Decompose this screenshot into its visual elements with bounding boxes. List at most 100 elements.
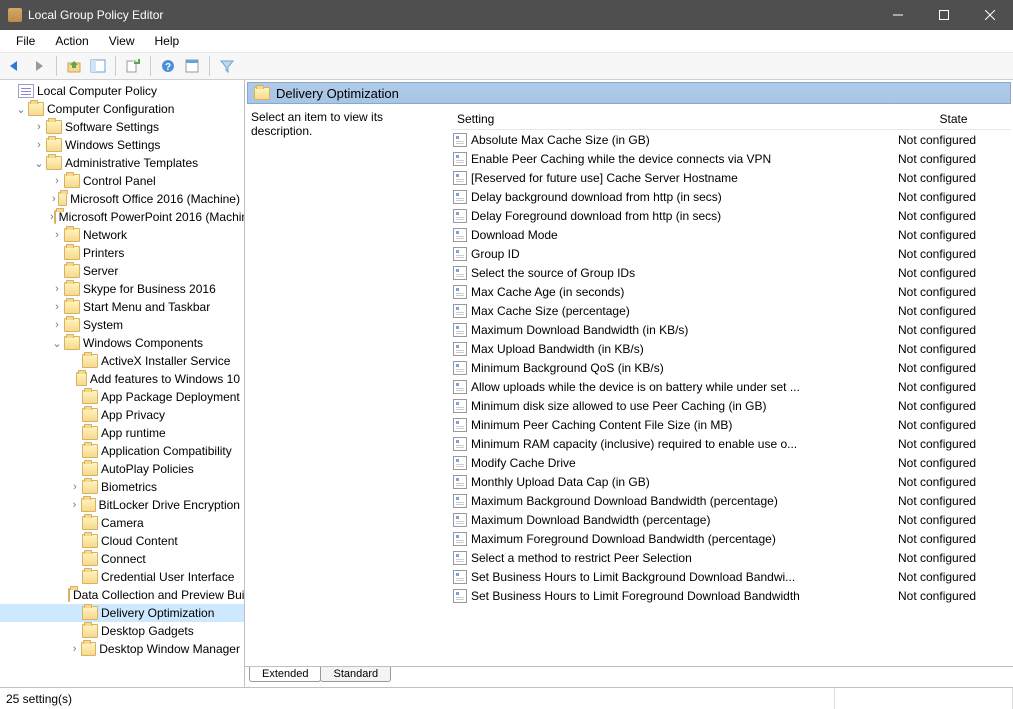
tree-root[interactable]: Local Computer Policy [0,82,244,100]
collapse-icon[interactable]: ⌄ [50,337,64,350]
setting-row[interactable]: [Reserved for future use] Cache Server H… [451,168,1011,187]
maximize-button[interactable] [921,0,967,30]
up-icon[interactable] [63,55,85,77]
tree-delivery-optimization[interactable]: Delivery Optimization [0,604,244,622]
setting-row[interactable]: Select the source of Group IDsNot config… [451,263,1011,282]
forward-icon[interactable] [28,55,50,77]
export-list-icon[interactable] [122,55,144,77]
expand-icon[interactable]: › [50,229,64,241]
tree-item[interactable]: ActiveX Installer Service [0,352,244,370]
tree-item[interactable]: ›Microsoft PowerPoint 2016 (Machine) [0,208,244,226]
tree-windows-components[interactable]: ⌄Windows Components [0,334,244,352]
setting-name: Max Cache Age (in seconds) [471,285,624,299]
tab-extended[interactable]: Extended [249,667,321,682]
expand-icon[interactable]: › [32,139,46,151]
tree-item[interactable]: ›Desktop Window Manager [0,640,244,658]
folder-icon [82,390,98,404]
setting-row[interactable]: Modify Cache DriveNot configured [451,453,1011,472]
tree-item[interactable]: ›BitLocker Drive Encryption [0,496,244,514]
expand-icon[interactable]: › [68,643,81,655]
tree-admin-templates[interactable]: ⌄Administrative Templates [0,154,244,172]
tree-windows-settings[interactable]: ›Windows Settings [0,136,244,154]
tree-item[interactable]: ›System [0,316,244,334]
tree-item[interactable]: App Package Deployment [0,388,244,406]
column-setting[interactable]: Setting [451,108,896,129]
tree-item[interactable]: › Start Menu and Taskbar [0,298,244,316]
expand-icon[interactable]: › [68,499,81,511]
expand-icon[interactable]: › [50,175,64,187]
policy-item-icon [453,570,467,584]
tree-item[interactable]: App runtime [0,424,244,442]
back-icon[interactable] [4,55,26,77]
tree-item[interactable]: Application Compatibility [0,442,244,460]
tree-item[interactable]: Camera [0,514,244,532]
content-panel: Delivery Optimization Select an item to … [245,80,1013,687]
tree-label: Start Menu and Taskbar [83,300,210,314]
menu-file[interactable]: File [6,32,45,50]
tree-item[interactable]: Server [0,262,244,280]
tree-label: App runtime [101,426,166,440]
minimize-button[interactable] [875,0,921,30]
tree-item[interactable]: ›Control Panel [0,172,244,190]
setting-row[interactable]: Delay Foreground download from http (in … [451,206,1011,225]
expand-icon[interactable]: › [50,319,64,331]
setting-state: Not configured [896,513,1011,527]
setting-row[interactable]: Select a method to restrict Peer Selecti… [451,548,1011,567]
tree-computer-configuration[interactable]: ⌄Computer Configuration [0,100,244,118]
tree-item[interactable]: AutoPlay Policies [0,460,244,478]
close-button[interactable] [967,0,1013,30]
properties-icon[interactable] [181,55,203,77]
setting-row[interactable]: Maximum Background Download Bandwidth (p… [451,491,1011,510]
setting-row[interactable]: Minimum disk size allowed to use Peer Ca… [451,396,1011,415]
tree-item[interactable]: Cloud Content [0,532,244,550]
setting-row[interactable]: Max Cache Size (percentage)Not configure… [451,301,1011,320]
tree-panel[interactable]: Local Computer Policy ⌄Computer Configur… [0,80,245,687]
expand-icon[interactable]: › [68,481,82,493]
setting-row[interactable]: Delay background download from http (in … [451,187,1011,206]
setting-row[interactable]: Minimum RAM capacity (inclusive) require… [451,434,1011,453]
tree-item[interactable]: ›Skype for Business 2016 [0,280,244,298]
setting-row[interactable]: Allow uploads while the device is on bat… [451,377,1011,396]
setting-row[interactable]: Monthly Upload Data Cap (in GB)Not confi… [451,472,1011,491]
expand-icon[interactable]: › [50,301,64,313]
setting-row[interactable]: Group IDNot configured [451,244,1011,263]
tree-item[interactable]: Desktop Gadgets [0,622,244,640]
menu-action[interactable]: Action [45,32,98,50]
tree-item[interactable]: ›Network [0,226,244,244]
help-icon[interactable]: ? [157,55,179,77]
setting-row[interactable]: Maximum Download Bandwidth (in KB/s)Not … [451,320,1011,339]
collapse-icon[interactable]: ⌄ [32,157,46,170]
setting-row[interactable]: Enable Peer Caching while the device con… [451,149,1011,168]
menu-view[interactable]: View [99,32,145,50]
setting-row[interactable]: Max Cache Age (in seconds)Not configured [451,282,1011,301]
setting-row[interactable]: Set Business Hours to Limit Background D… [451,567,1011,586]
tree-item[interactable]: ›Biometrics [0,478,244,496]
expand-icon[interactable]: › [50,193,58,205]
tree-item[interactable]: Data Collection and Preview Builds [0,586,244,604]
setting-row[interactable]: Maximum Download Bandwidth (percentage)N… [451,510,1011,529]
tree-software-settings[interactable]: ›Software Settings [0,118,244,136]
expand-icon[interactable]: › [50,283,64,295]
setting-row[interactable]: Maximum Foreground Download Bandwidth (p… [451,529,1011,548]
setting-row[interactable]: Minimum Background QoS (in KB/s)Not conf… [451,358,1011,377]
setting-row[interactable]: Download ModeNot configured [451,225,1011,244]
setting-name: Minimum Peer Caching Content File Size (… [471,418,732,432]
setting-row[interactable]: Absolute Max Cache Size (in GB)Not confi… [451,130,1011,149]
collapse-icon[interactable]: ⌄ [14,103,28,116]
tree-item[interactable]: ›Microsoft Office 2016 (Machine) [0,190,244,208]
tree-item[interactable]: Printers [0,244,244,262]
filter-icon[interactable] [216,55,238,77]
tab-standard[interactable]: Standard [320,667,391,682]
rows-scroll[interactable]: Absolute Max Cache Size (in GB)Not confi… [451,130,1011,666]
setting-row[interactable]: Max Upload Bandwidth (in KB/s)Not config… [451,339,1011,358]
column-state[interactable]: State [896,108,1011,129]
show-hide-tree-icon[interactable] [87,55,109,77]
setting-row[interactable]: Set Business Hours to Limit Foreground D… [451,586,1011,605]
expand-icon[interactable]: › [32,121,46,133]
tree-item[interactable]: App Privacy [0,406,244,424]
menu-help[interactable]: Help [145,32,190,50]
tree-item[interactable]: Connect [0,550,244,568]
setting-row[interactable]: Minimum Peer Caching Content File Size (… [451,415,1011,434]
tree-item[interactable]: Credential User Interface [0,568,244,586]
tree-item[interactable]: Add features to Windows 10 [0,370,244,388]
